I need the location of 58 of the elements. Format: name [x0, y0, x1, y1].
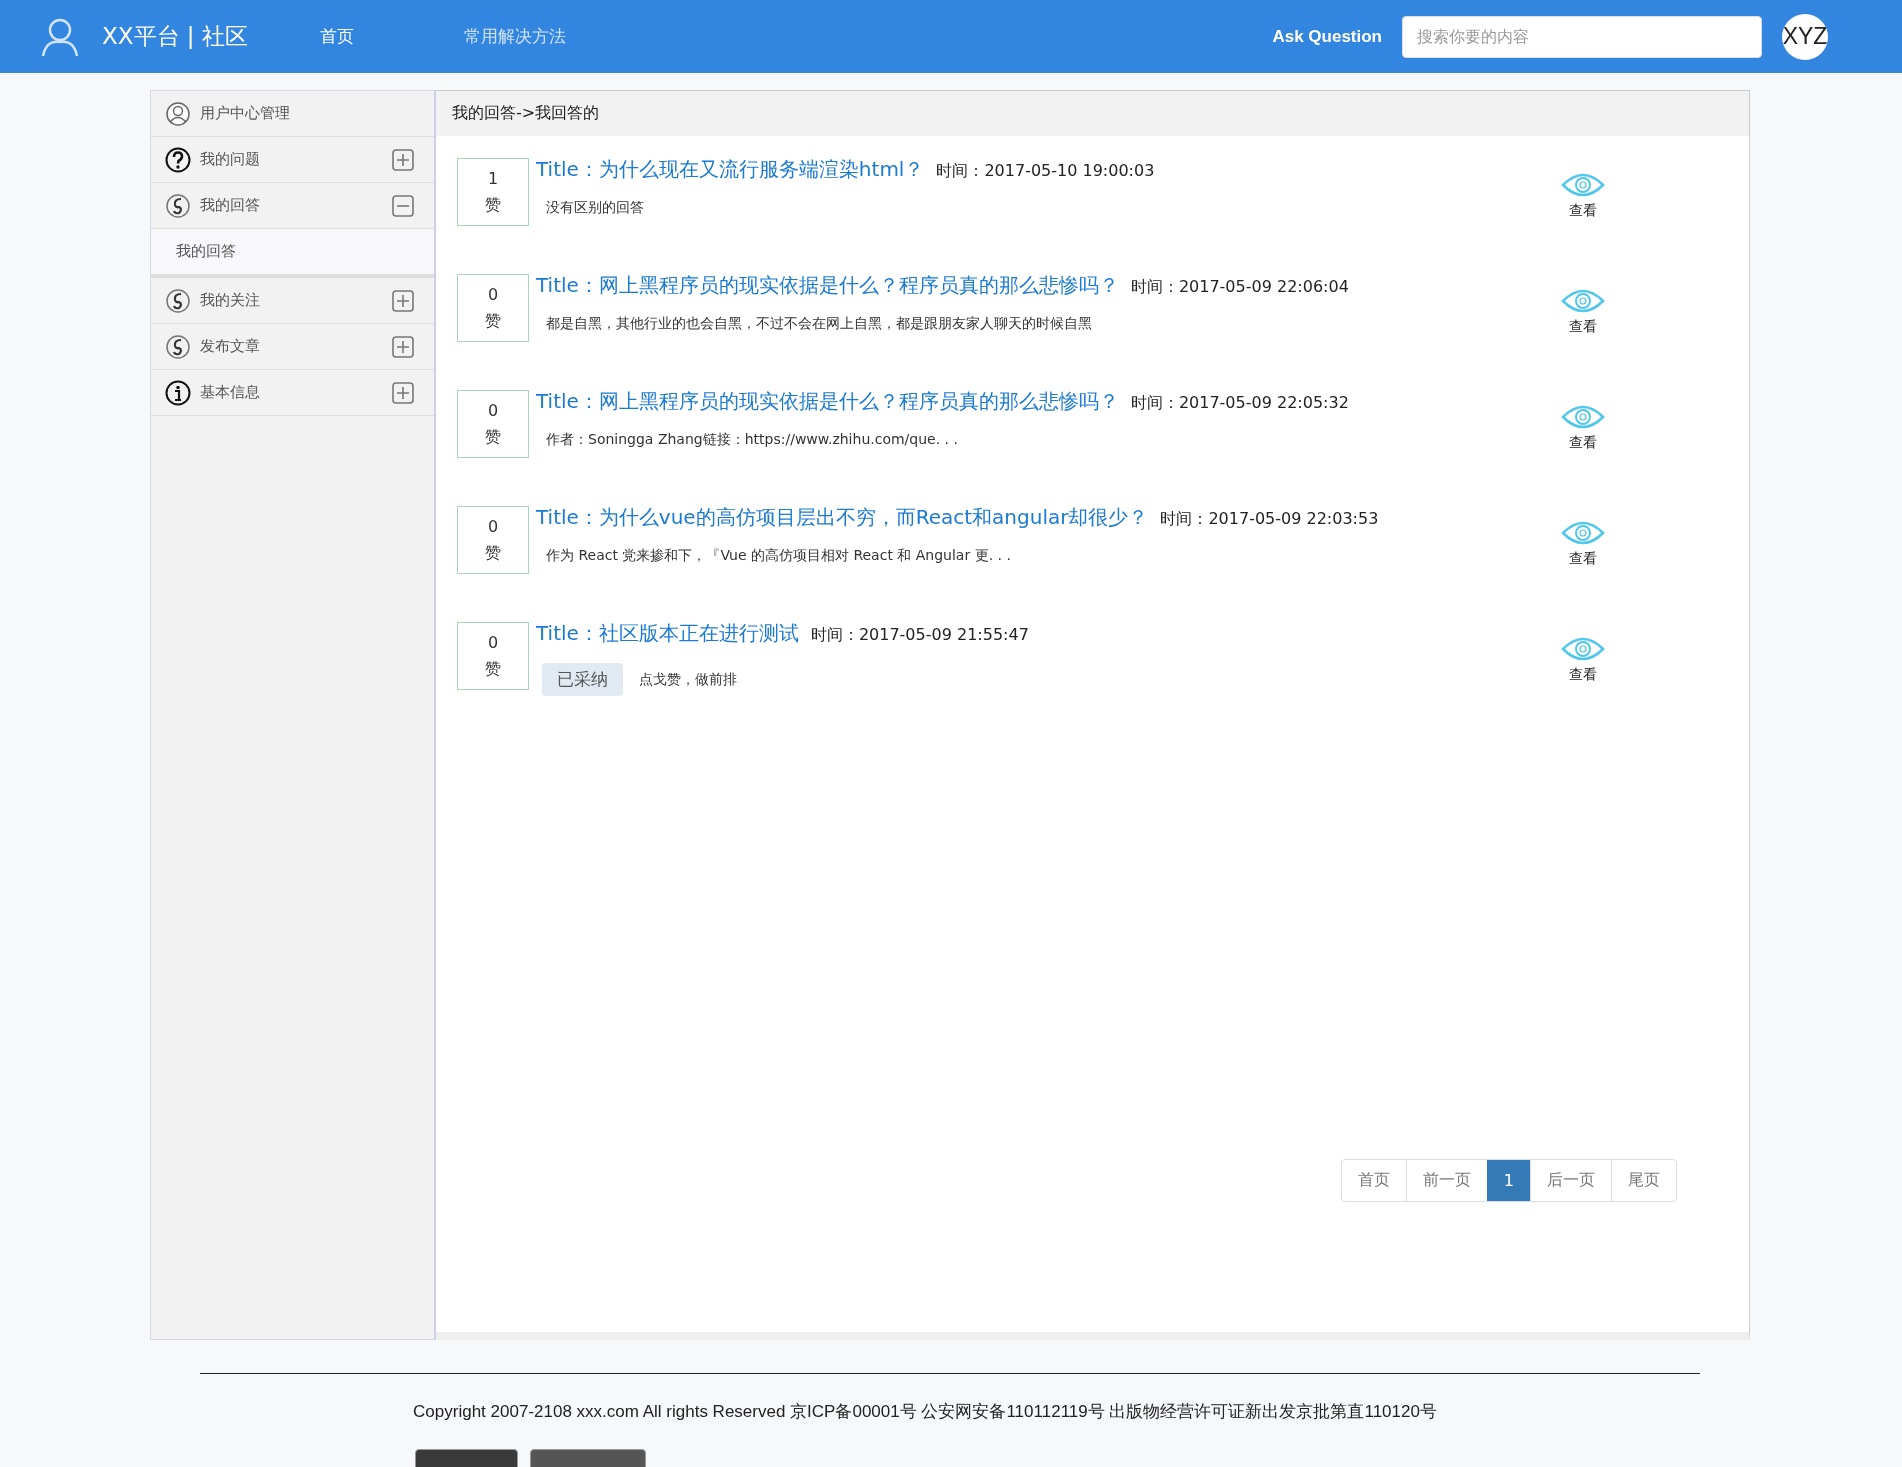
sidebar-item[interactable]: 发布文章 [151, 324, 434, 370]
expand-icon[interactable] [392, 335, 414, 358]
accepted-badge: 已采纳 [542, 663, 623, 696]
sidebar-item[interactable]: 基本信息 [151, 370, 434, 416]
answer-time: 时间：2017-05-09 22:06:04 [1130, 277, 1349, 298]
question-title-link[interactable]: Title：网上黑程序员的现实依据是什么？程序员真的那么悲惨吗？ [536, 272, 1119, 299]
user-icon [165, 100, 191, 127]
answer-excerpt: 作者：Soningga Zhang链接：https://www.zhihu.com/que. . . [546, 431, 958, 449]
search-field[interactable]: 搜索你要的内容 [1402, 15, 1762, 58]
avatar[interactable]: XYZ [1782, 13, 1828, 60]
question-title-link[interactable]: Title：为什么现在又流行服务端渲染html？ [536, 156, 925, 183]
view-button[interactable]: 查看 [1543, 274, 1623, 336]
breadcrumb: 我的回答->我回答的 [452, 103, 600, 124]
answer-time: 时间：2017-05-10 19:00:03 [936, 161, 1155, 182]
answer-excerpt: 作为 React 党来掺和下，『Vue 的高仿项目相对 React 和 Angular 更. . . [546, 547, 1011, 565]
sidebar-subitem[interactable]: 我的回答 [151, 229, 434, 278]
vote-count: 0 赞 [457, 506, 529, 574]
answer-excerpt: 都是自黑，其他行业的也会自黑，不过不会在网上自黑，都是跟朋友家人聊天的时候自黑 [546, 315, 1092, 333]
view-button[interactable]: 查看 [1543, 622, 1623, 684]
answer-time: 时间：2017-05-09 22:03:53 [1160, 509, 1379, 530]
question-title-link[interactable]: Title：社区版本正在进行测试 [536, 620, 799, 647]
view-button[interactable]: 查看 [1543, 390, 1623, 452]
question-icon [165, 146, 191, 173]
page-button[interactable]: 前一页 [1405, 1160, 1487, 1201]
sidebar-header: 用户中心管理 [151, 91, 434, 137]
vote-count: 0 赞 [457, 622, 529, 690]
nav-link[interactable]: 常用解决方法 [463, 25, 566, 48]
expand-icon[interactable] [392, 148, 414, 171]
swirl-icon [165, 287, 191, 314]
page-button[interactable]: 首页 [1341, 1160, 1406, 1201]
view-button[interactable]: 查看 [1543, 506, 1623, 568]
answer-excerpt: 没有区别的回答 [546, 199, 644, 217]
question-title-link[interactable]: Title：网上黑程序员的现实依据是什么？程序员真的那么悲惨吗？ [536, 388, 1119, 415]
nav-link[interactable]: 首页 [319, 25, 354, 48]
view-button[interactable]: 查看 [1543, 158, 1623, 220]
sidebar-item[interactable]: 我的问题 [151, 137, 434, 183]
swirl-icon [165, 192, 191, 219]
sidebar-item[interactable]: 我的关注 [151, 278, 434, 324]
ask-question-link[interactable]: Ask Question [1272, 26, 1382, 47]
vote-count: 0 赞 [457, 390, 529, 458]
answer-excerpt: 点戈赞，做前排 [639, 670, 737, 689]
page-button[interactable]: 1 [1486, 1160, 1530, 1201]
vote-count: 1 赞 [457, 158, 529, 226]
vote-count: 0 赞 [457, 274, 529, 342]
site-logo-text: XX平台 | 社区 [102, 22, 248, 51]
certificate-badge[interactable] [530, 1449, 646, 1467]
page-button[interactable]: 尾页 [1611, 1160, 1676, 1201]
collapse-icon[interactable] [392, 194, 414, 217]
question-title-link[interactable]: Title：为什么vue的高仿项目层出不穷，而React和angular却很少？ [536, 504, 1149, 531]
expand-icon[interactable] [392, 289, 414, 312]
info-icon [165, 379, 191, 406]
swirl-icon [165, 333, 191, 360]
answer-time: 时间：2017-05-09 21:55:47 [810, 625, 1029, 646]
copyright-text: Copyright 2007-2108 xxx.com All rights Reserved 京ICP备00001号 公安网安备110112119号 出版物经营许可证新出发京批第直110120号 [412, 1401, 1438, 1423]
answer-time: 时间：2017-05-09 22:05:32 [1130, 393, 1349, 414]
expand-icon[interactable] [392, 381, 414, 404]
page-button[interactable]: 后一页 [1530, 1160, 1611, 1201]
certificate-badge[interactable] [415, 1449, 518, 1467]
